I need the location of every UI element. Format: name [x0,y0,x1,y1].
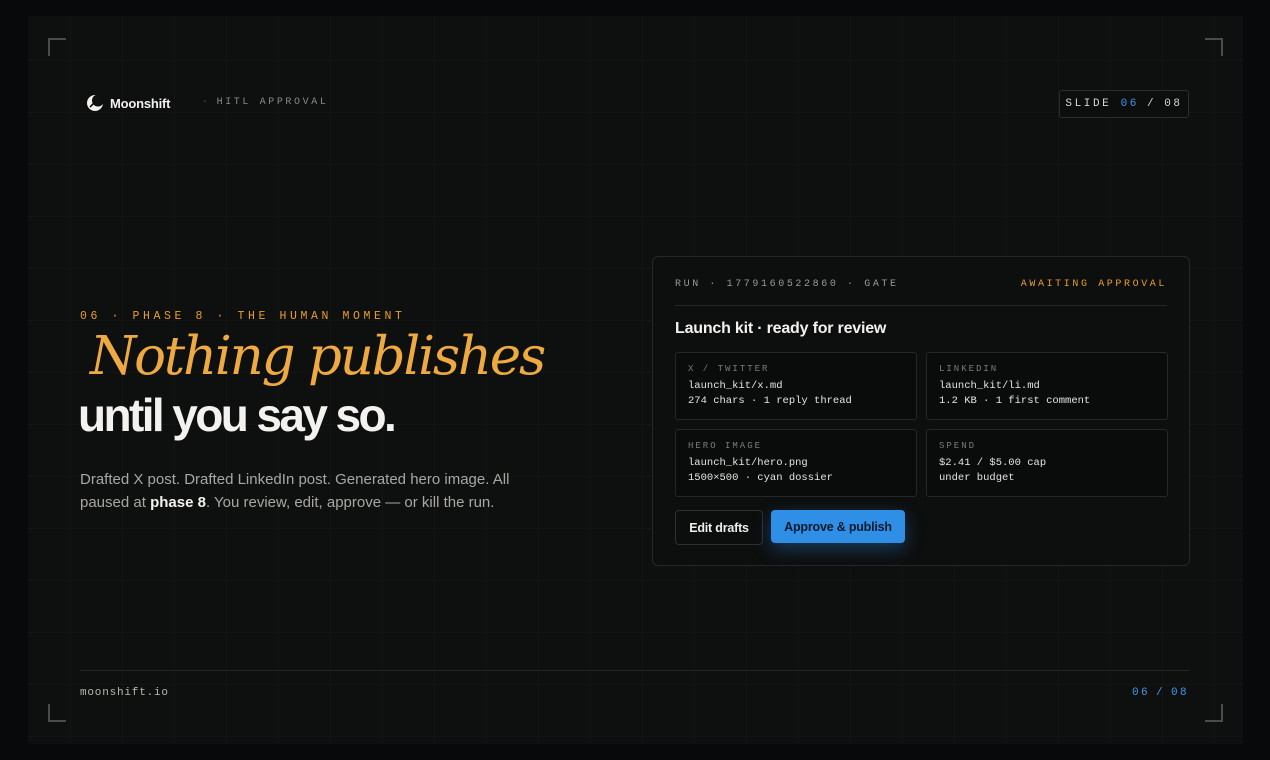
brand: Moonshift [86,94,170,112]
corner-mark-bottom-left [48,704,66,722]
tile-meta: under budget [939,472,1015,484]
footer-page-current: 06 [1131,687,1150,699]
headline-italic: Nothing publishes [90,326,546,387]
footer-page-total: 08 [1170,687,1189,699]
footer-url[interactable]: moonshift.io [80,687,169,699]
slide-counter-separator: / [1147,98,1157,110]
approve-publish-button[interactable]: Approve & publish [771,510,905,543]
footer-page-separator: / [1155,687,1165,699]
card-header: RUN · 1779160522860 · GATE AWAITING APPR… [675,279,1167,306]
headline-bold: until you say so. [78,389,397,441]
tile-label: X / TWITTER [688,364,770,374]
body-text-emphasis: phase 8 [150,494,206,511]
slide-counter-total: 08 [1164,98,1183,110]
edit-drafts-button[interactable]: Edit drafts [675,510,763,545]
footer-page-counter: 06 / 08 [1132,687,1189,699]
corner-mark-bottom-right [1205,704,1223,722]
section-label: HITL APPROVAL [216,97,329,108]
tile-meta: 274 chars · 1 reply thread [688,395,852,407]
body-text: Drafted X post. Drafted LinkedIn post. G… [80,468,540,514]
tile-meta: 1.2 KB · 1 first comment [939,395,1091,407]
corner-mark-top-left [48,38,66,56]
section-tag: · HITL APPROVAL [202,97,328,108]
slide-counter-label: SLIDE [1065,98,1112,110]
footer-divider [80,670,1189,671]
tile-file: launch_kit/x.md [688,380,783,392]
approval-card: RUN · 1779160522860 · GATE AWAITING APPR… [652,256,1190,566]
tile-linkedin[interactable]: LINKEDIN launch_kit/li.md 1.2 KB · 1 fir… [926,352,1168,420]
tile-file: launch_kit/hero.png [688,457,808,469]
tile-x-twitter[interactable]: X / TWITTER launch_kit/x.md 274 chars · … [675,352,917,420]
tile-label: HERO IMAGE [688,441,763,451]
body-text-end: . You review, edit, approve — or kill th… [205,494,495,511]
corner-mark-top-right [1205,38,1223,56]
slide: Moonshift · HITL APPROVAL SLIDE 06 / 08 06 … [28,16,1243,744]
brand-name: Moonshift [110,95,171,111]
card-title: Launch kit · ready for review [675,320,887,337]
tile-value: $2.41 / $5.00 cap [939,457,1047,469]
tile-spend: SPEND $2.41 / $5.00 cap under budget [926,429,1168,497]
tile-file: launch_kit/li.md [939,380,1040,392]
run-id: RUN · 1779160522860 · GATE [675,279,899,290]
tile-label: LINKEDIN [939,364,999,374]
moonshift-logo-icon [86,94,104,112]
separator-dot: · [202,97,211,108]
slide-counter: SLIDE 06 / 08 [1059,90,1189,118]
tile-meta: 1500×500 · cyan dossier [688,472,833,484]
slide-counter-current: 06 [1120,98,1139,110]
tile-label: SPEND [939,441,977,451]
tile-hero-image[interactable]: HERO IMAGE launch_kit/hero.png 1500×500 … [675,429,917,497]
status-badge: AWAITING APPROVAL [1020,279,1167,290]
eyebrow: 06 · PHASE 8 · THE HUMAN MOMENT [80,310,406,323]
